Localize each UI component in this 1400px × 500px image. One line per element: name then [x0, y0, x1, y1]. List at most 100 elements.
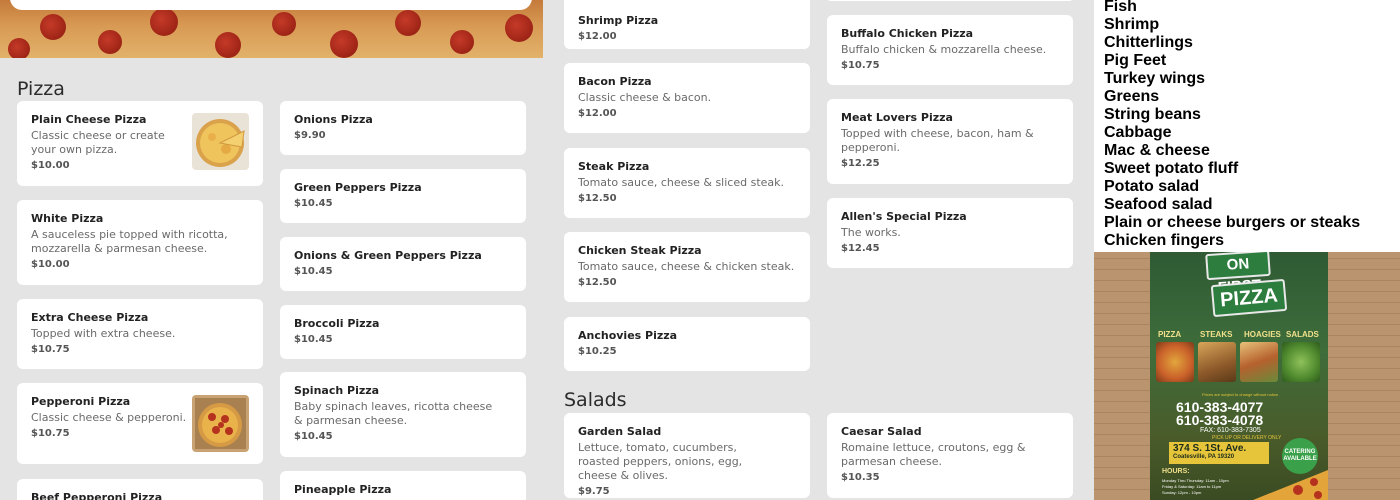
item-description: Topped with extra cheese. — [31, 327, 176, 340]
flyer-hoagie-photo — [1240, 342, 1278, 382]
item-name: Meat Lovers Pizza — [841, 111, 953, 124]
flyer-category: HOAGIES — [1244, 330, 1281, 339]
list-item: Potato salad — [1104, 178, 1200, 195]
list-item: Greens — [1104, 88, 1160, 105]
menu-item-card[interactable]: Bacon Pizza Classic cheese & bacon. $12.… — [564, 63, 810, 133]
flyer-sign-main: PIZZA — [1210, 278, 1288, 318]
list-item: Mac & cheese — [1104, 142, 1210, 159]
menu-item-card[interactable]: Plain Cheese Pizza Classic cheese or cre… — [17, 101, 263, 186]
item-name: Green Peppers Pizza — [294, 181, 422, 194]
list-item: Shrimp — [1104, 16, 1160, 33]
list-item: Seafood salad — [1104, 196, 1213, 213]
item-description: Classic cheese & bacon. — [578, 91, 712, 104]
flyer-sign-top: ON FIRST — [1205, 252, 1271, 296]
flyer-pizza-slice-icon — [1253, 470, 1328, 500]
item-price: $10.45 — [294, 266, 333, 277]
flyer-salad-photo — [1282, 342, 1320, 382]
list-item: Plain or cheese burgers or steaks — [1104, 214, 1361, 231]
item-price: $12.25 — [841, 158, 880, 169]
item-name: Steak Pizza — [578, 160, 650, 173]
item-description: Classic cheese or create your own pizza. — [31, 129, 165, 156]
item-price: $10.45 — [294, 334, 333, 345]
menu-item-card[interactable]: Meat Lovers Pizza Topped with cheese, ba… — [827, 99, 1073, 184]
flyer-pickup: PICK UP OR DELIVERY ONLY — [1212, 435, 1282, 441]
pepperoni-pizza-thumbnail — [192, 395, 249, 452]
search-bar-edge[interactable] — [10, 0, 532, 10]
flyer-fax: FAX: 610-383-7305 — [1200, 427, 1261, 434]
item-name: Caesar Salad — [841, 425, 922, 438]
flyer-category: STEAKS — [1200, 330, 1233, 339]
menu-item-card[interactable]: Buffalo Chicken Pizza Buffalo chicken & … — [827, 15, 1073, 85]
item-price: $10.45 — [294, 198, 333, 209]
item-description: A sauceless pie topped with ricotta, moz… — [31, 228, 228, 255]
item-price: $12.00 — [578, 31, 617, 42]
menu-item-card[interactable]: Chicken Steak Pizza Tomato sauce, cheese… — [564, 232, 810, 302]
list-item: Chicken fingers — [1104, 232, 1225, 249]
menu-panel-middle: Shrimp Pizza $12.00 Bacon Pizza Classic … — [547, 0, 1090, 500]
list-item: Sweet potato fluff — [1104, 160, 1239, 177]
item-name: Beef Pepperoni Pizza — [31, 491, 163, 500]
menu-item-card[interactable]: White Pizza A sauceless pie topped with … — [17, 200, 263, 285]
item-description: Romaine lettuce, croutons, egg & parmesa… — [841, 441, 1026, 468]
item-price: $10.35 — [841, 472, 880, 483]
list-item: Cabbage — [1104, 124, 1172, 141]
item-price: $10.45 — [294, 431, 333, 442]
item-name: Spinach Pizza — [294, 384, 380, 397]
list-item: Pig Feet — [1104, 52, 1167, 69]
menu-item-card[interactable]: Shrimp Pizza $12.00 — [564, 0, 810, 49]
flyer-hours-row: Monday Thru Thursday: 11am - 10pm — [1162, 478, 1229, 483]
item-name: Bacon Pizza — [578, 75, 652, 88]
list-item: Chitterlings — [1104, 34, 1193, 51]
flyer-address: 374 S. 1St. Ave. Coatesville, PA 19320 — [1169, 442, 1269, 464]
menu-item-card[interactable]: Onions Pizza $9.90 — [280, 101, 526, 155]
menu-item-card[interactable]: Caesar Salad Romaine lettuce, croutons, … — [827, 413, 1073, 498]
menu-item-card[interactable]: Extra Cheese Pizza Topped with extra che… — [17, 299, 263, 369]
menu-panel-left: Pizza Plain Cheese Pizza Classic cheese … — [0, 0, 543, 500]
menu-item-card[interactable]: Green Peppers Pizza $10.45 — [280, 169, 526, 223]
list-item: Fish — [1104, 0, 1137, 15]
item-price: $10.25 — [578, 346, 617, 357]
item-price: $10.75 — [841, 60, 880, 71]
menu-item-card-edge[interactable] — [827, 0, 1073, 1]
item-price: $12.50 — [578, 277, 617, 288]
menu-item-card[interactable]: Garden Salad Lettuce, tomato, cucumbers,… — [564, 413, 810, 498]
list-item: String beans — [1104, 106, 1201, 123]
soul-food-list: Fish Shrimp Chitterlings Pig Feet Turkey… — [1104, 0, 1360, 250]
item-name: Garden Salad — [578, 425, 662, 438]
item-name: Onions & Green Peppers Pizza — [294, 249, 482, 262]
item-price: $12.45 — [841, 243, 880, 254]
menu-item-card[interactable]: Pepperoni Pizza Classic cheese & peppero… — [17, 383, 263, 464]
menu-item-card[interactable]: Pineapple Pizza — [280, 471, 526, 500]
menu-item-card[interactable]: Anchovies Pizza $10.25 — [564, 317, 810, 371]
item-name: Pineapple Pizza — [294, 483, 392, 496]
flyer-phone-2: 610-383-4078 — [1176, 412, 1264, 428]
item-price: $10.75 — [31, 344, 70, 355]
item-description: Buffalo chicken & mozzarella cheese. — [841, 43, 1047, 56]
item-description: Tomato sauce, cheese & sliced steak. — [578, 176, 785, 189]
plain-pizza-thumbnail — [192, 113, 249, 170]
menu-item-card[interactable]: Broccoli Pizza $10.45 — [280, 305, 526, 359]
item-price: $9.90 — [294, 130, 326, 141]
item-name: Extra Cheese Pizza — [31, 311, 149, 324]
item-name: Buffalo Chicken Pizza — [841, 27, 974, 40]
menu-item-card[interactable]: Beef Pepperoni Pizza — [17, 479, 263, 500]
menu-item-card[interactable]: Allen's Special Pizza The works. $12.45 — [827, 198, 1073, 268]
item-name: Onions Pizza — [294, 113, 373, 126]
menu-item-card[interactable]: Spinach Pizza Baby spinach leaves, ricot… — [280, 372, 526, 457]
item-name: Broccoli Pizza — [294, 317, 380, 330]
menu-item-card[interactable]: Steak Pizza Tomato sauce, cheese & slice… — [564, 148, 810, 218]
flyer-steak-photo — [1198, 342, 1236, 382]
item-description: Topped with cheese, bacon, ham & peppero… — [841, 127, 1034, 154]
item-description: Baby spinach leaves, ricotta cheese & pa… — [294, 400, 493, 427]
flyer-pizza-photo — [1156, 342, 1194, 382]
flyer-address-line: 374 S. 1St. Ave. — [1173, 443, 1247, 454]
menu-item-card[interactable]: Onions & Green Peppers Pizza $10.45 — [280, 237, 526, 291]
section-title-salads: Salads — [564, 389, 627, 411]
item-name: Chicken Steak Pizza — [578, 244, 702, 257]
flyer-category: PIZZA — [1158, 330, 1182, 339]
item-description: Tomato sauce, cheese & chicken steak. — [578, 260, 795, 273]
section-title-pizza: Pizza — [17, 78, 65, 100]
list-item: Turkey wings — [1104, 70, 1206, 87]
restaurant-flyer-photo: ON FIRST PIZZA PIZZA STEAKS HOAGIES SALA… — [1094, 252, 1400, 500]
flyer-address-line: Coatesville, PA 19320 — [1173, 454, 1235, 460]
